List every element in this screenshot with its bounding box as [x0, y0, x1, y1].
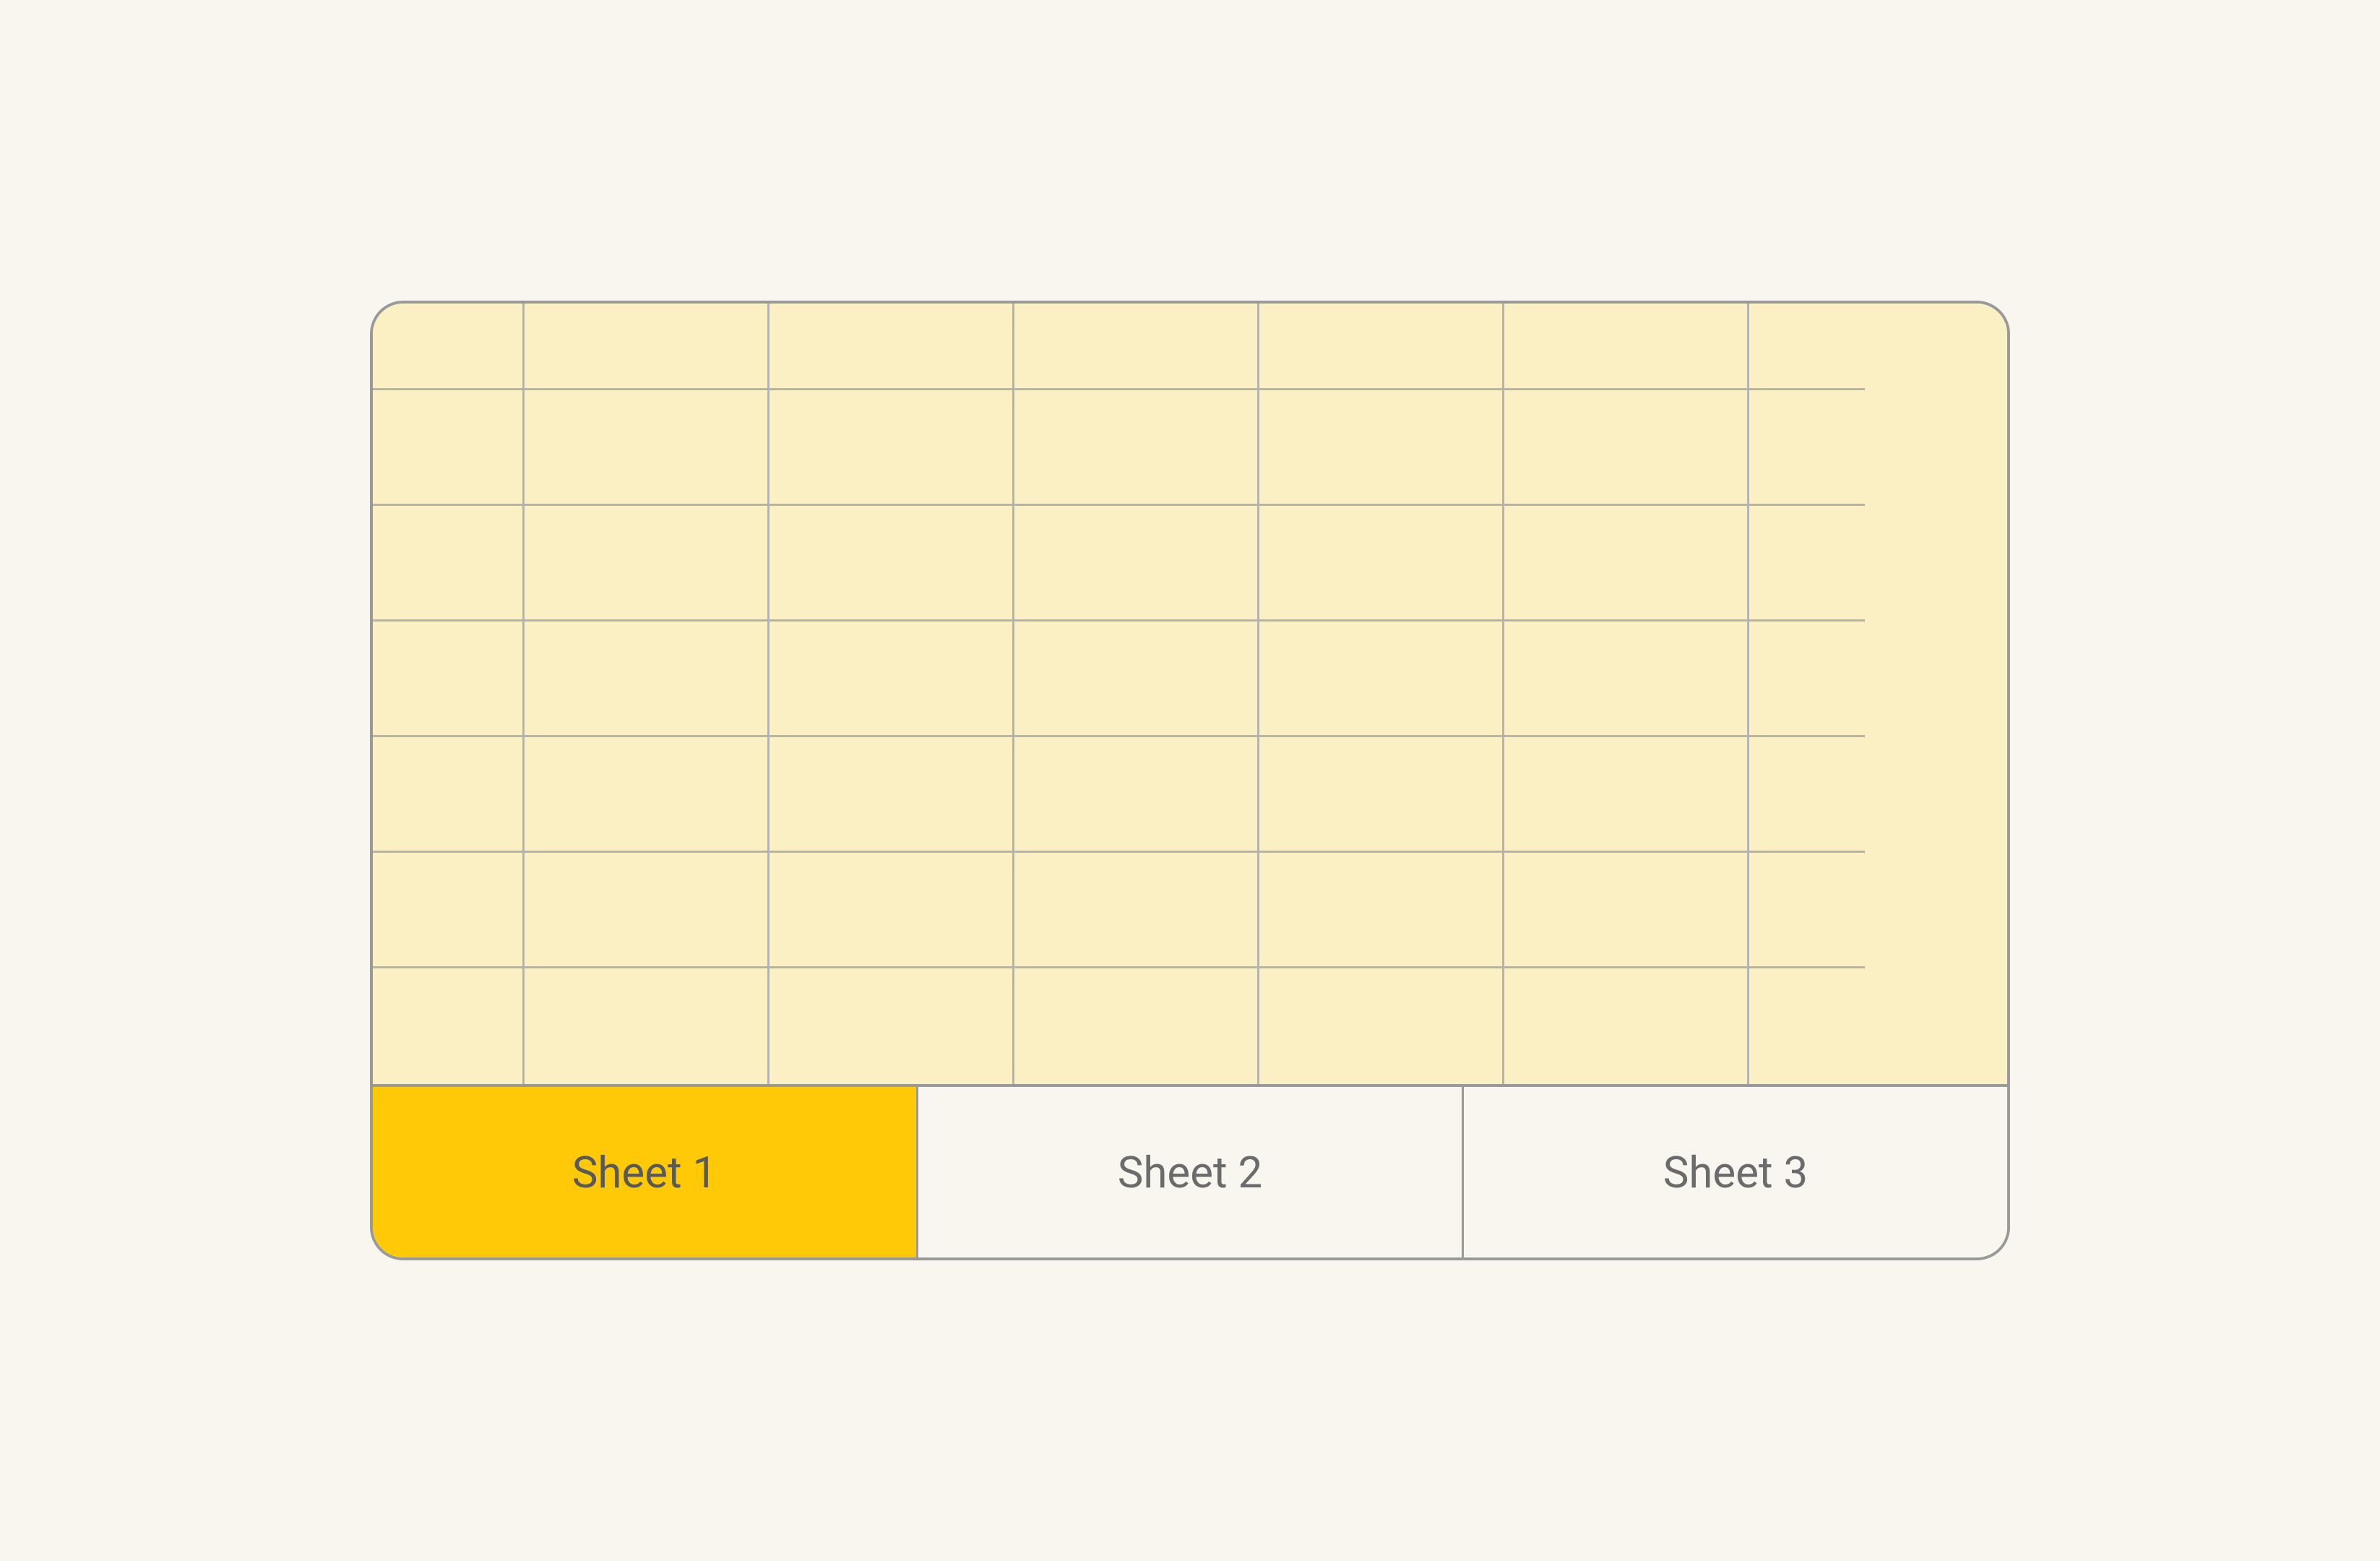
sheet-tab-2[interactable]: Sheet 2 — [918, 1087, 1464, 1257]
grid-cell[interactable] — [373, 968, 525, 1084]
grid-cell[interactable] — [1504, 622, 1749, 737]
sheet-tab-1[interactable]: Sheet 1 — [373, 1087, 918, 1257]
grid-cell[interactable] — [1749, 968, 1865, 1084]
grid-cell[interactable] — [1504, 968, 1749, 1084]
grid-cell[interactable] — [525, 304, 769, 390]
grid-cell[interactable] — [769, 506, 1014, 622]
grid-cell[interactable] — [373, 622, 525, 737]
grid-cell[interactable] — [1259, 622, 1504, 737]
grid-cell[interactable] — [373, 853, 525, 968]
grid-cell[interactable] — [525, 622, 769, 737]
grid-cell[interactable] — [1504, 304, 1749, 390]
grid-cell[interactable] — [1259, 304, 1504, 390]
grid-cell[interactable] — [1749, 622, 1865, 737]
grid-cell[interactable] — [525, 968, 769, 1084]
grid-cell[interactable] — [1259, 968, 1504, 1084]
sheet-tabs-bar: Sheet 1 Sheet 2 Sheet 3 — [373, 1084, 2007, 1257]
grid-cell[interactable] — [769, 968, 1014, 1084]
grid-cell[interactable] — [1259, 737, 1504, 853]
grid-cell[interactable] — [1259, 390, 1504, 506]
grid-cell[interactable] — [769, 853, 1014, 968]
grid-cell[interactable] — [373, 737, 525, 853]
grid-cell[interactable] — [525, 853, 769, 968]
grid-cell[interactable] — [373, 506, 525, 622]
spreadsheet-grid[interactable] — [373, 304, 2007, 1084]
grid-cell[interactable] — [1504, 853, 1749, 968]
grid-cell[interactable] — [769, 622, 1014, 737]
grid-cell[interactable] — [1504, 390, 1749, 506]
grid-cell[interactable] — [769, 390, 1014, 506]
grid-cell[interactable] — [769, 304, 1014, 390]
grid-cell[interactable] — [1749, 304, 1865, 390]
sheet-tab-label: Sheet 3 — [1663, 1147, 1808, 1198]
grid-cell[interactable] — [1504, 737, 1749, 853]
grid-cell[interactable] — [1014, 968, 1259, 1084]
grid-cell[interactable] — [1749, 390, 1865, 506]
grid-cell[interactable] — [525, 506, 769, 622]
grid-cell[interactable] — [1749, 853, 1865, 968]
grid-cell[interactable] — [1014, 622, 1259, 737]
grid-cell[interactable] — [1014, 390, 1259, 506]
grid-cell[interactable] — [1504, 506, 1749, 622]
grid-cell[interactable] — [1749, 506, 1865, 622]
grid-cell[interactable] — [1014, 737, 1259, 853]
grid-cell[interactable] — [1259, 506, 1504, 622]
grid-cell[interactable] — [769, 737, 1014, 853]
grid-cell[interactable] — [1014, 853, 1259, 968]
grid-cell[interactable] — [373, 304, 525, 390]
grid-cell[interactable] — [525, 737, 769, 853]
grid-cell[interactable] — [1014, 506, 1259, 622]
grid-cell[interactable] — [373, 390, 525, 506]
grid-cell[interactable] — [525, 390, 769, 506]
sheet-tab-label: Sheet 2 — [1118, 1147, 1263, 1198]
grid-cell[interactable] — [1749, 737, 1865, 853]
grid-cell[interactable] — [1014, 304, 1259, 390]
spreadsheet-window: Sheet 1 Sheet 2 Sheet 3 — [370, 301, 2010, 1260]
sheet-tab-label: Sheet 1 — [572, 1147, 717, 1198]
grid-cell[interactable] — [1259, 853, 1504, 968]
sheet-tab-3[interactable]: Sheet 3 — [1464, 1087, 2007, 1257]
